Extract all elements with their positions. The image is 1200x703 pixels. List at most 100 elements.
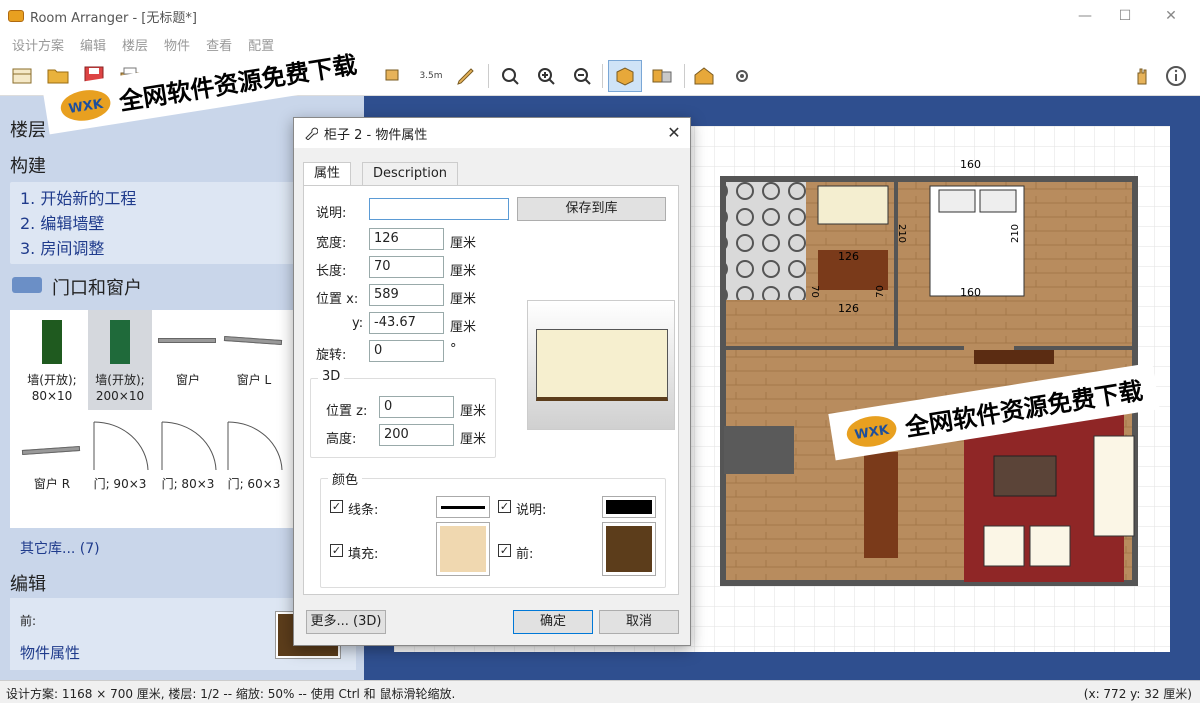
length-label: 长度: <box>316 264 347 279</box>
width-input[interactable]: 126 <box>369 228 444 250</box>
toolbar-separator <box>602 64 603 88</box>
zoom-in-button[interactable] <box>532 62 560 90</box>
object-properties-link[interactable]: 物件属性 <box>20 642 80 663</box>
dialog-title-bar: 柜子 2 - 物件属性 <box>294 118 690 148</box>
window-title: Room Arranger - [无标题*] <box>30 10 197 26</box>
properties-pane: 说明: 保存到库 宽度: 126 厘米 长度: 70 厘米 位置 x: 589 … <box>303 185 679 595</box>
front-color-checkbox[interactable]: ✓ <box>498 544 511 557</box>
description-label: 说明: <box>316 206 347 221</box>
wall-open-icon <box>110 320 130 364</box>
palette-item[interactable]: 墙(开放); 80×10 <box>20 310 84 410</box>
wrench-icon <box>305 127 318 140</box>
fill-color-swatch[interactable] <box>436 522 490 576</box>
palette-item[interactable]: 门; 90×3 <box>88 420 152 520</box>
group-3d-title: 3D <box>318 369 345 384</box>
zoom-out-icon <box>574 68 591 85</box>
fill-checkbox[interactable]: ✓ <box>330 544 343 557</box>
close-button[interactable]: ✕ <box>1148 0 1194 32</box>
door-icon <box>227 421 283 471</box>
pencil-icon <box>457 68 474 85</box>
zoom-fit-icon <box>502 68 519 85</box>
dialog-title: 柜子 2 - 物件属性 <box>324 127 428 143</box>
wall-open-icon <box>42 320 62 364</box>
length-input[interactable]: 70 <box>369 256 444 278</box>
pan-button[interactable] <box>1128 62 1156 90</box>
description-color-swatch[interactable] <box>602 496 656 518</box>
toolbar-separator <box>488 64 489 88</box>
more-3d-button[interactable]: 更多... (3D) <box>306 610 386 634</box>
palette-item[interactable]: 窗户 R <box>20 420 84 520</box>
wxk-logo: WXK <box>60 89 111 121</box>
line-checkbox[interactable]: ✓ <box>330 500 343 513</box>
save-to-library-button[interactable]: 保存到库 <box>517 197 666 221</box>
ok-button[interactable]: 确定 <box>513 610 593 634</box>
front-color-swatch[interactable] <box>602 522 656 576</box>
height-input[interactable]: 200 <box>379 424 454 446</box>
palette-item[interactable]: 墙(开放); 200×10 <box>88 310 152 410</box>
palette-item[interactable]: 门; 80×3 <box>156 420 220 520</box>
palette-item-label: 窗户 L <box>236 373 272 387</box>
window-icon <box>158 338 216 343</box>
rotation-input[interactable]: 0 <box>369 340 444 362</box>
window-l-icon <box>223 335 283 346</box>
zoom-out-button[interactable] <box>568 62 596 90</box>
settings-button[interactable] <box>728 62 756 90</box>
width-label: 宽度: <box>316 236 347 251</box>
description-color-label: 说明: <box>516 503 547 518</box>
maximize-button[interactable]: ☐ <box>1102 0 1148 32</box>
more-library-link[interactable]: 其它库... (7) <box>20 538 100 558</box>
menu-bar: 设计方案 编辑 楼层 物件 查看 配置 <box>0 32 1200 56</box>
new-plan-icon <box>12 68 32 84</box>
dimension-label: 70 <box>808 285 820 298</box>
unit-label: 厘米 <box>460 404 487 419</box>
position-x-label: 位置 x: <box>316 292 359 307</box>
line-label: 线条: <box>348 503 379 518</box>
degree-label: ° <box>450 342 457 357</box>
doors-windows-heading: 门口和窗户 <box>52 278 142 299</box>
menu-floor[interactable]: 楼层 <box>114 35 156 54</box>
menu-object[interactable]: 物件 <box>156 35 198 54</box>
title-bar: Room Arranger - [无标题*] — ☐ ✕ <box>0 0 1200 32</box>
zoom-in-icon <box>538 68 555 85</box>
dialog-close-button[interactable]: ✕ <box>662 122 686 144</box>
move-button[interactable] <box>378 62 406 90</box>
rotation-label: 旋转: <box>316 348 347 363</box>
door-icon <box>93 421 149 471</box>
hand-box-icon <box>385 69 399 81</box>
unit-label: 厘米 <box>450 236 477 251</box>
measure-button[interactable]: 3.5m <box>416 62 446 90</box>
build-heading: 构建 <box>10 156 46 177</box>
boxes-icon <box>652 69 672 83</box>
dimension-label: 126 <box>838 250 859 263</box>
palette-item-label: 门; 60×3 <box>227 477 281 491</box>
dimension-label: 126 <box>838 302 859 315</box>
new-plan-button[interactable] <box>8 62 36 90</box>
house-button[interactable] <box>690 62 718 90</box>
palette-item[interactable]: 窗户 L <box>222 310 286 410</box>
tab-properties[interactable]: 属性 <box>303 162 352 186</box>
palette-item[interactable]: 门; 60×3 <box>222 420 286 520</box>
x-input[interactable]: 589 <box>369 284 444 306</box>
palette-item-label: 墙(开放); 200×10 <box>95 373 145 403</box>
description-input[interactable] <box>369 198 509 220</box>
line-color-swatch[interactable] <box>436 496 490 518</box>
zoom-fit-button[interactable] <box>496 62 524 90</box>
cancel-button[interactable]: 取消 <box>599 610 679 634</box>
tab-description[interactable]: Description <box>362 162 459 186</box>
help-button[interactable] <box>1162 62 1190 90</box>
menu-edit[interactable]: 编辑 <box>72 35 114 54</box>
draw-button[interactable] <box>452 62 480 90</box>
menu-view[interactable]: 查看 <box>198 35 240 54</box>
3d-view-button[interactable] <box>648 62 676 90</box>
house-icon <box>694 67 714 85</box>
description-color-checkbox[interactable]: ✓ <box>498 500 511 513</box>
palette-item[interactable]: 窗户 <box>156 310 220 410</box>
height-label: 高度: <box>326 432 357 447</box>
2d-view-button[interactable] <box>608 60 642 92</box>
menu-design[interactable]: 设计方案 <box>4 35 72 54</box>
cursor-coordinates: (x: 772 y: 32 厘米) <box>1083 687 1192 701</box>
line-sample <box>441 506 485 509</box>
z-input[interactable]: 0 <box>379 396 454 418</box>
position-z-label: 位置 z: <box>326 404 368 419</box>
y-input[interactable]: -43.67 <box>369 312 444 334</box>
